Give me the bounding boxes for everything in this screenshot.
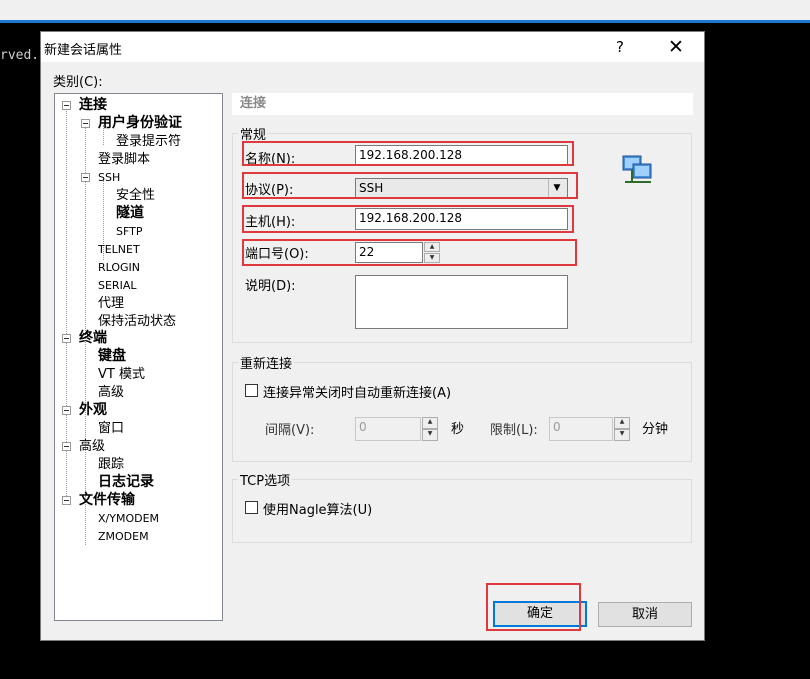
collapse-toggle-icon[interactable]: [62, 334, 71, 343]
tree-node[interactable]: 安全性: [116, 187, 155, 204]
description-textarea[interactable]: [355, 275, 568, 329]
description-label: 说明(D):: [245, 279, 296, 294]
limit-input[interactable]: 0: [549, 417, 613, 441]
tree-node[interactable]: 代理: [98, 295, 124, 312]
help-button[interactable]: ?: [607, 34, 633, 60]
tree-node[interactable]: TELNET: [98, 241, 140, 258]
collapse-toggle-icon[interactable]: [62, 496, 71, 505]
tree-node[interactable]: 登录提示符: [116, 133, 181, 150]
highlight-box: [242, 172, 578, 199]
interval-increment-button[interactable]: ▲: [422, 417, 438, 429]
tree-node[interactable]: 隧道: [116, 205, 144, 222]
cancel-button[interactable]: 取消: [598, 602, 692, 627]
tree-node[interactable]: 文件传输: [79, 492, 135, 509]
highlight-box: [242, 239, 577, 266]
tree-node[interactable]: 用户身份验证: [98, 115, 182, 132]
window-accent-line: [0, 20, 810, 23]
dialog-titlebar: 新建会话属性 ? ✕: [41, 32, 704, 62]
interval-unit-label: 秒: [451, 422, 465, 437]
highlight-box: [242, 141, 574, 166]
section-header: 连接: [232, 93, 693, 115]
tree-node[interactable]: 键盘: [98, 348, 126, 365]
tree-node[interactable]: VT 模式: [98, 366, 145, 383]
tree-node[interactable]: 跟踪: [98, 456, 124, 473]
tree-node[interactable]: 保持活动状态: [98, 313, 176, 330]
interval-label: 间隔(V):: [265, 423, 315, 438]
reconnect-group: [232, 362, 692, 462]
auto-reconnect-checkbox[interactable]: [245, 384, 258, 397]
collapse-toggle-icon[interactable]: [81, 119, 90, 128]
tree-node[interactable]: 高级: [79, 438, 105, 455]
collapse-toggle-icon[interactable]: [62, 442, 71, 451]
window-top-bar: [0, 0, 810, 22]
highlight-box: [242, 205, 574, 233]
tree-node[interactable]: X/YMODEM: [98, 510, 159, 527]
tree-node[interactable]: 登录脚本: [98, 151, 150, 168]
tree-node[interactable]: RLOGIN: [98, 259, 140, 276]
tree-node[interactable]: SERIAL: [98, 277, 136, 294]
tcp-group-title: TCP选项: [238, 470, 293, 489]
interval-input[interactable]: 0: [355, 417, 421, 441]
interval-decrement-button[interactable]: ▼: [422, 429, 438, 441]
close-button[interactable]: ✕: [659, 34, 693, 60]
dialog-title: 新建会话属性: [44, 43, 123, 58]
tree-node[interactable]: 连接: [79, 97, 107, 114]
network-computers-icon: [621, 152, 655, 186]
category-label: 类别(C):: [53, 75, 103, 90]
tree-node[interactable]: 外观: [79, 402, 107, 419]
session-properties-dialog: 新建会话属性 ? ✕ 类别(C): 连接 用户身份验证 登录提示符 登录脚本 S…: [40, 31, 705, 641]
limit-increment-button[interactable]: ▲: [614, 417, 630, 429]
limit-label: 限制(L):: [490, 423, 538, 438]
tree-node[interactable]: 窗口: [98, 420, 124, 437]
tree-node[interactable]: 终端: [79, 330, 107, 347]
limit-unit-label: 分钟: [642, 422, 669, 437]
limit-decrement-button[interactable]: ▼: [614, 429, 630, 441]
category-tree[interactable]: 连接 用户身份验证 登录提示符 登录脚本 SSH 安全性 隧道 SFTP TEL…: [54, 93, 223, 621]
reconnect-group-title: 重新连接: [238, 353, 295, 372]
collapse-toggle-icon[interactable]: [62, 101, 71, 110]
tree-node[interactable]: ZMODEM: [98, 528, 149, 545]
collapse-toggle-icon[interactable]: [81, 173, 90, 182]
highlight-box: [486, 583, 581, 631]
auto-reconnect-label: 连接异常关闭时自动重新连接(A): [263, 386, 452, 401]
nagle-label: 使用Nagle算法(U): [263, 503, 373, 518]
tree-node[interactable]: SSH: [98, 169, 120, 186]
tree-node[interactable]: SFTP: [116, 223, 142, 240]
tree-node[interactable]: 高级: [98, 384, 124, 401]
tree-node[interactable]: 日志记录: [98, 474, 154, 491]
nagle-checkbox[interactable]: [245, 501, 258, 514]
collapse-toggle-icon[interactable]: [62, 406, 71, 415]
terminal-text: rved.: [0, 48, 40, 63]
